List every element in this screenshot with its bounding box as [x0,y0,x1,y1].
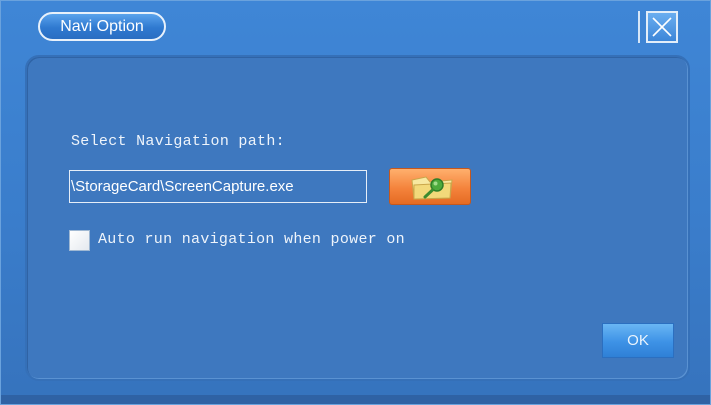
title-separator [638,11,640,43]
options-panel: Select Navigation path: \StorageCard\Scr… [25,55,690,381]
dialog-title: Navi Option [38,12,166,41]
auto-run-checkbox[interactable] [69,230,90,251]
navi-option-dialog: Navi Option Select Navigation path: \Sto… [0,0,711,405]
folder-search-icon [411,176,453,200]
ok-button[interactable]: OK [602,323,674,358]
navigation-path-field[interactable]: \StorageCard\ScreenCapture.exe [69,170,367,203]
auto-run-label[interactable]: Auto run navigation when power on [98,231,405,248]
browse-button[interactable] [389,168,471,205]
close-x-icon [652,17,672,37]
close-button[interactable] [646,11,678,43]
navigation-path-label: Select Navigation path: [71,133,285,150]
window-bottom-border [1,395,710,404]
